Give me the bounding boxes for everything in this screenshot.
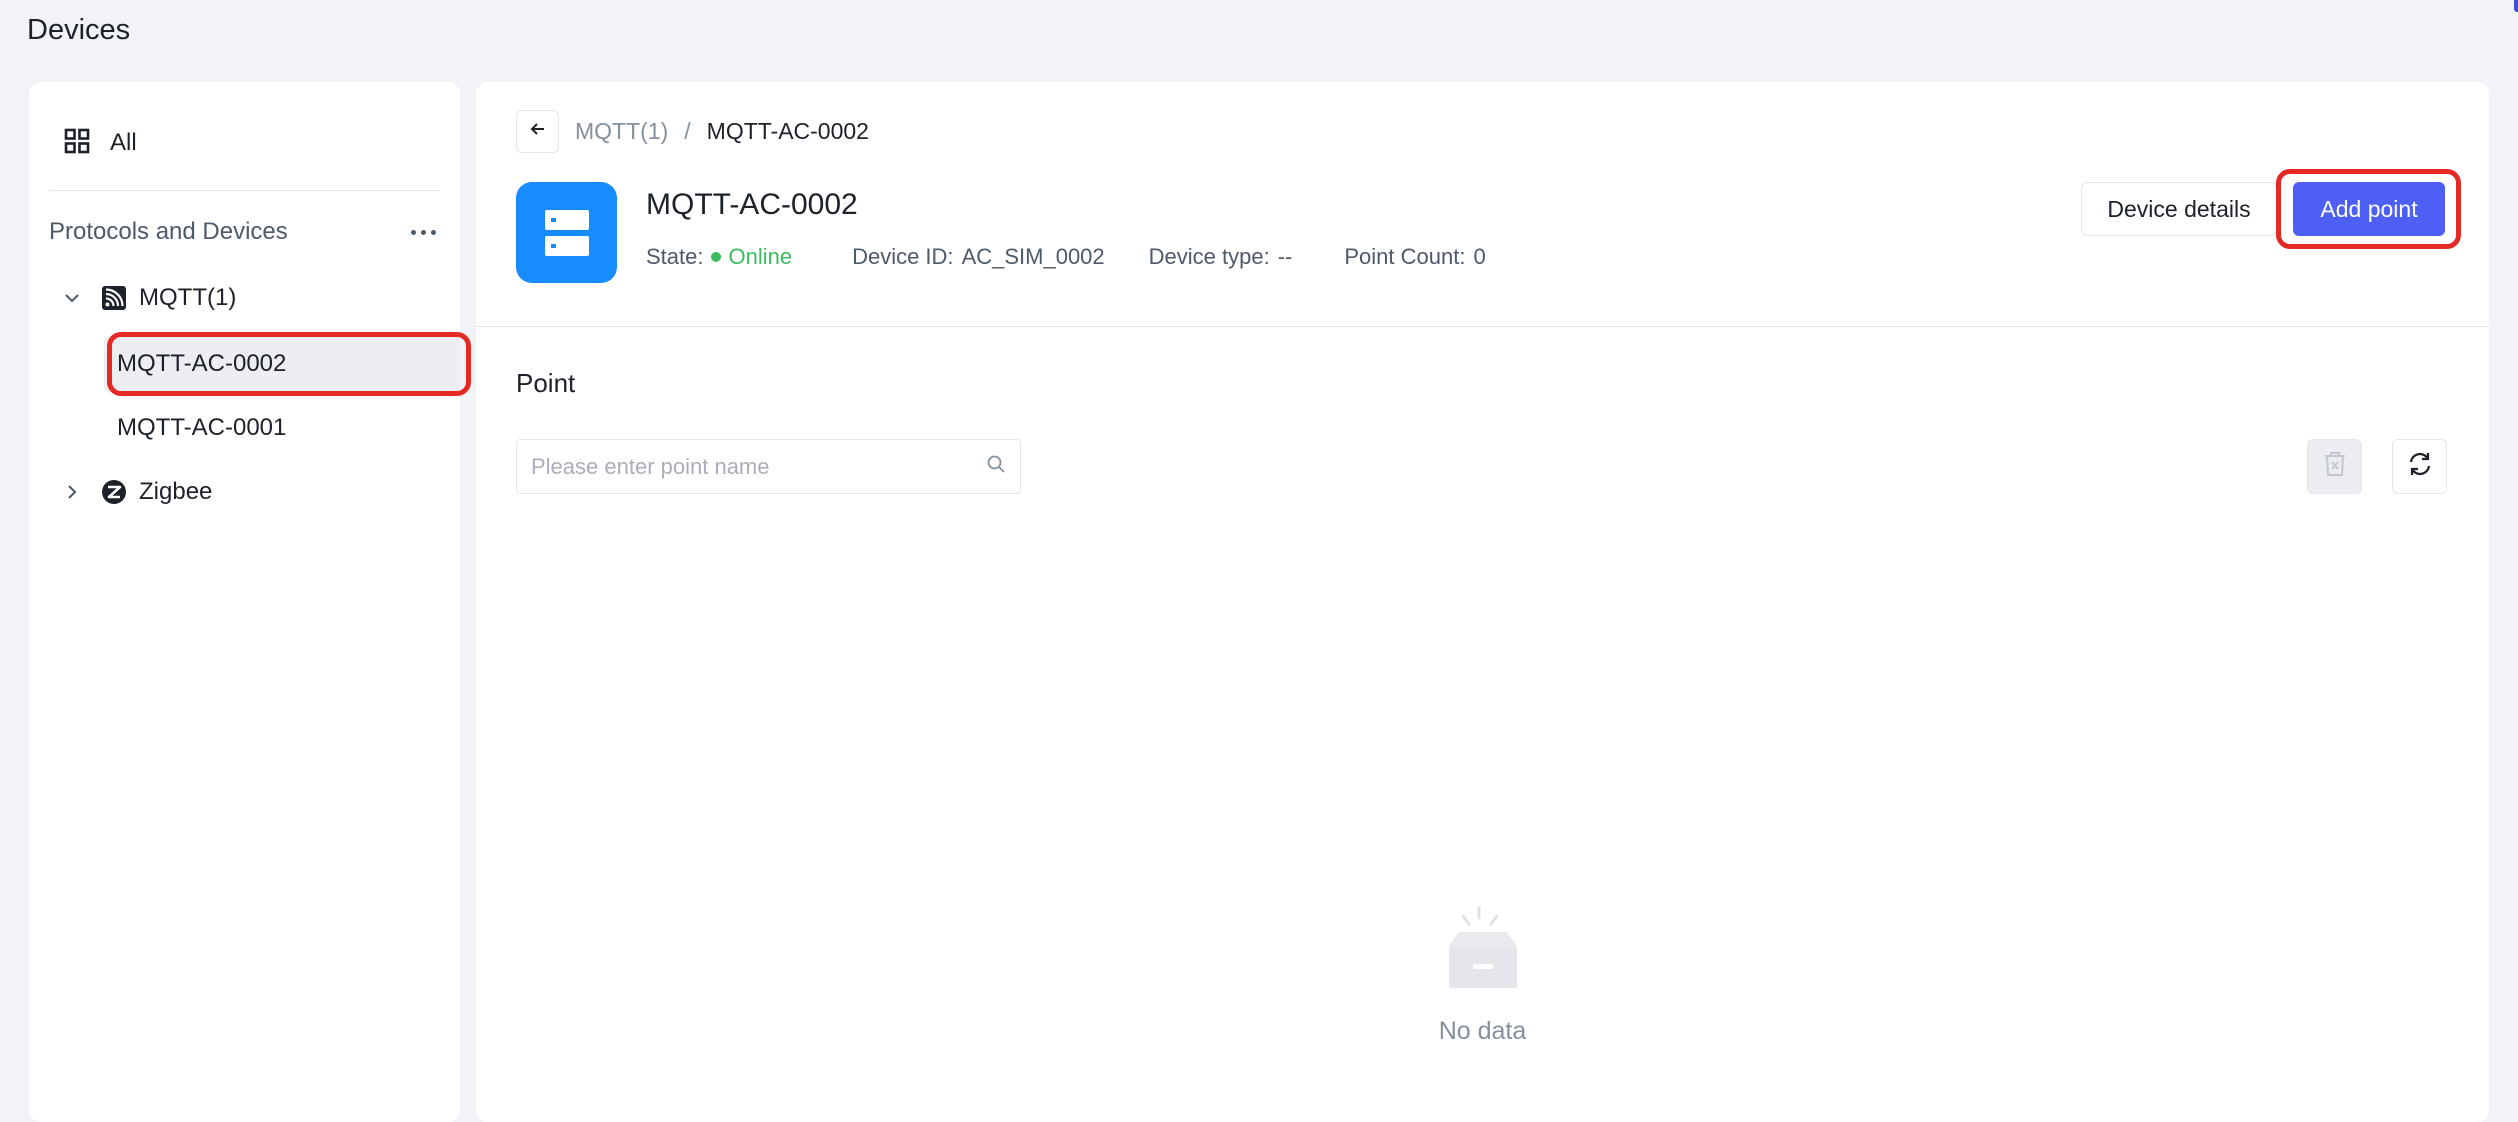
device-id: Device ID: AC_SIM_0002 — [852, 244, 1105, 270]
breadcrumb-current: MQTT-AC-0002 — [706, 118, 869, 144]
device-type: Device type: -- — [1149, 244, 1293, 270]
sidebar-divider — [49, 190, 440, 191]
tree-device-item[interactable]: MQTT-AC-0001 — [104, 400, 460, 456]
header-divider — [476, 326, 2489, 327]
chevron-right-icon[interactable] — [61, 481, 83, 503]
mqtt-signal-icon — [99, 283, 129, 313]
tree-device-item[interactable]: MQTT-AC-0002 — [104, 336, 460, 392]
tree-protocol-zigbee[interactable]: Zigbee — [61, 470, 212, 514]
sidebar: All Protocols and Devices MQTT(1) MQTT-A… — [29, 82, 471, 1122]
online-dot — [711, 252, 722, 262]
corner-accent — [2514, 0, 2518, 12]
state-value: Online — [728, 244, 793, 269]
zigbee-icon — [99, 477, 129, 507]
point-section-title: Point — [516, 368, 576, 398]
device-name: MQTT-AC-0002 — [646, 188, 858, 221]
add-point-button[interactable]: Add point — [2293, 182, 2445, 236]
more-horizontal-icon[interactable] — [409, 224, 438, 241]
refresh-icon — [2406, 450, 2434, 483]
device-state: State: Online — [646, 244, 792, 270]
device-id-label: Device ID: — [852, 244, 954, 269]
tree-protocol-mqtt[interactable]: MQTT(1) — [61, 276, 236, 320]
device-type-value: -- — [1277, 244, 1293, 269]
protocols-section-header: Protocols and Devices — [49, 212, 438, 252]
point-search — [516, 439, 1021, 494]
batch-delete-button[interactable] — [2307, 439, 2362, 494]
main-panel: MQTT(1) / MQTT-AC-0002 MQTT-AC-0002 Stat… — [476, 82, 2489, 1122]
state-label: State: — [646, 244, 704, 269]
breadcrumb: MQTT(1) / MQTT-AC-0002 — [575, 118, 869, 145]
protocols-section-title: Protocols and Devices — [49, 218, 288, 245]
refresh-button[interactable] — [2392, 439, 2447, 494]
sidebar-item-all-label: All — [110, 129, 137, 156]
search-icon[interactable] — [986, 454, 1006, 479]
status-badge: Online — [711, 244, 792, 270]
tree-protocol-label: MQTT(1) — [139, 284, 237, 311]
point-count-label: Point Count: — [1344, 244, 1466, 269]
breadcrumb-separator: / — [684, 118, 691, 144]
grid-icon — [64, 128, 90, 159]
search-input[interactable] — [531, 453, 986, 480]
server-icon — [516, 182, 617, 283]
empty-state: No data — [476, 902, 2489, 1046]
empty-state-text: No data — [1438, 1017, 1527, 1045]
tree-protocol-label: Zigbee — [139, 478, 213, 505]
point-count-value: 0 — [1473, 244, 1486, 269]
sidebar-item-all[interactable]: All — [64, 122, 137, 164]
device-id-value: AC_SIM_0002 — [961, 244, 1105, 269]
arrow-left-icon — [529, 120, 547, 143]
device-details-button[interactable]: Device details — [2081, 182, 2277, 236]
tree-device-label: MQTT-AC-0002 — [117, 350, 287, 377]
tree-device-label: MQTT-AC-0001 — [117, 414, 287, 441]
page-title: Devices — [27, 14, 131, 46]
trash-icon — [2322, 450, 2348, 483]
back-button[interactable] — [516, 110, 559, 153]
device-meta: State: Online Device ID: AC_SIM_0002 Dev… — [646, 244, 1530, 270]
chevron-down-icon[interactable] — [61, 287, 83, 309]
point-count: Point Count: 0 — [1344, 244, 1485, 270]
breadcrumb-parent[interactable]: MQTT(1) — [575, 118, 668, 145]
empty-box-icon — [1435, 902, 1531, 1003]
device-type-label: Device type: — [1148, 244, 1270, 269]
